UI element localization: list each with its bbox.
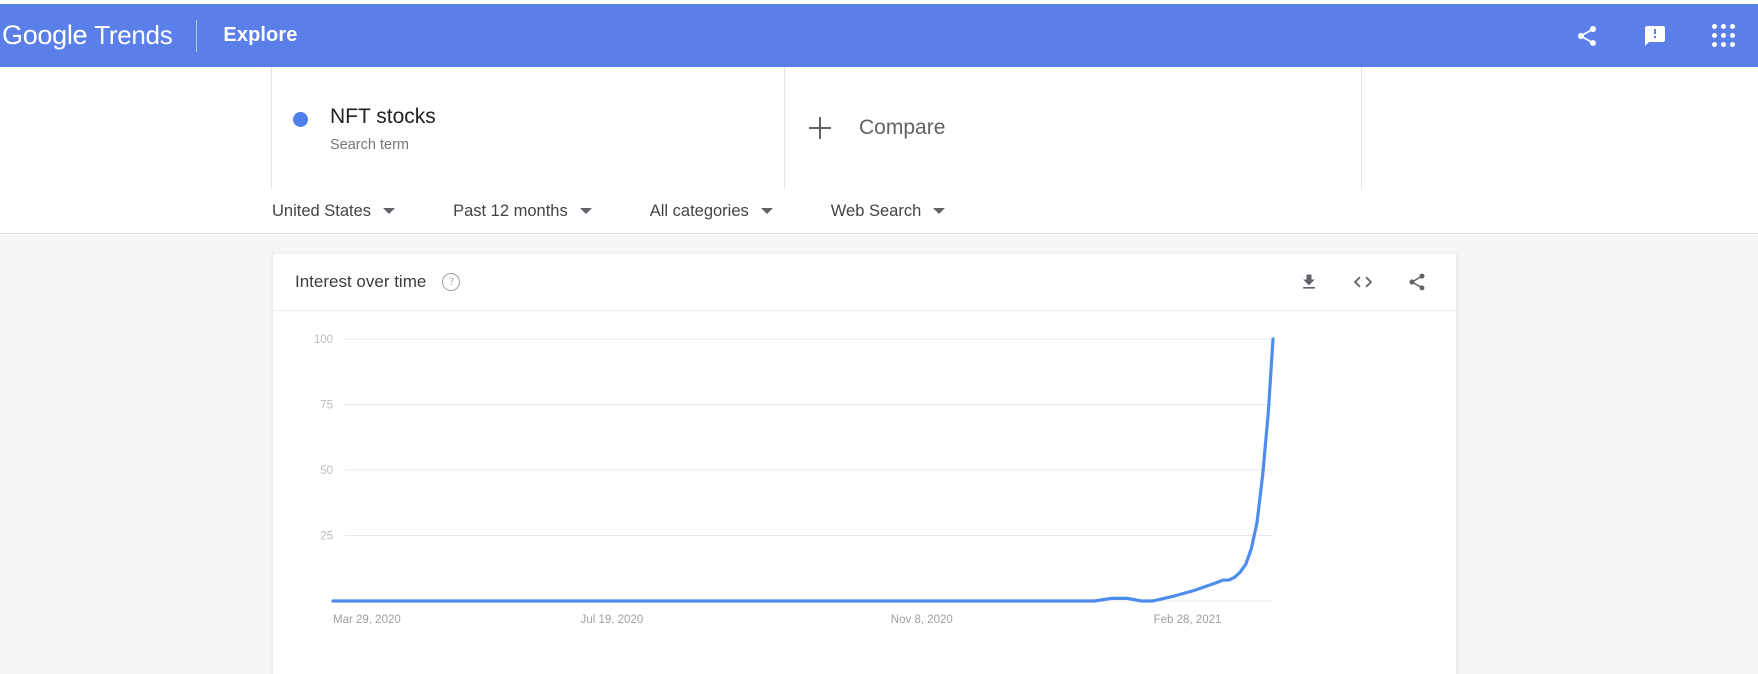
chevron-down-icon [933, 208, 946, 214]
share-chart-icon[interactable] [1406, 271, 1428, 293]
filter-list: United States Past 12 months All categor… [272, 202, 1003, 221]
chart-card-header: Interest over time ? [273, 254, 1456, 311]
app-bar: Google Trends Explore [0, 4, 1758, 67]
share-icon[interactable] [1574, 23, 1600, 49]
trends-wordmark: Trends [94, 20, 173, 50]
chevron-down-icon [383, 208, 396, 214]
series-color-dot [293, 111, 308, 127]
feedback-icon[interactable] [1642, 23, 1668, 49]
x-axis-labels: Mar 29, 2020 Jul 19, 2020 Nov 8, 2020 Feb 2… [333, 614, 1221, 626]
chart-card-actions [1298, 271, 1428, 293]
filter-bar: United States Past 12 months All categor… [0, 189, 1758, 234]
chart-svg: 100 75 50 25 Mar 29, 2020 Jul 19, 2020 Nov 8,… [314, 334, 1275, 626]
filter-time-range[interactable]: Past 12 months [453, 202, 592, 221]
svg-text:Feb 28, 2021: Feb 28, 2021 [1154, 614, 1222, 626]
compare-card[interactable]: Compare [785, 67, 1362, 189]
chevron-down-icon [579, 208, 592, 214]
chevron-down-icon [760, 208, 773, 214]
search-term-type: Search term [330, 136, 409, 153]
google-trends-page: Google Trends Explore NFT stocks Search … [0, 0, 1758, 674]
query-row-left-pad [0, 67, 271, 189]
filter-category-label: All categories [649, 201, 749, 220]
search-term-card[interactable]: NFT stocks Search term [271, 67, 785, 189]
filter-category[interactable]: All categories [650, 202, 773, 221]
search-term-text-block: NFT stocks Search term [330, 104, 436, 153]
y-axis-labels: 100 75 50 25 [314, 334, 333, 543]
filter-search-type[interactable]: Web Search [831, 202, 946, 221]
plus-icon [809, 117, 831, 139]
interest-over-time-card: Interest over time ? 100 75 50 25 Mar 29… [272, 253, 1457, 674]
compare-label: Compare [859, 116, 946, 139]
interest-over-time-plot[interactable]: 100 75 50 25 Mar 29, 2020 Jul 19, 2020 Nov 8,… [273, 311, 1456, 674]
svg-text:50: 50 [320, 465, 333, 477]
filter-search-type-label: Web Search [830, 201, 922, 220]
content-area: Interest over time ? 100 75 50 25 Mar 29… [0, 235, 1758, 674]
brand-logo[interactable]: Google Trends [2, 20, 173, 51]
svg-text:Mar 29, 2020: Mar 29, 2020 [333, 614, 401, 626]
grid-lines [345, 338, 1273, 602]
compare-button[interactable]: Compare [785, 116, 945, 140]
google-apps-icon[interactable] [1710, 23, 1736, 49]
svg-text:25: 25 [320, 531, 333, 543]
svg-text:Nov 8, 2020: Nov 8, 2020 [891, 614, 953, 626]
explore-title: Explore [223, 24, 298, 46]
appbar-actions [1574, 23, 1736, 49]
filter-time-range-label: Past 12 months [453, 201, 568, 220]
filter-location-label: United States [272, 201, 372, 220]
embed-code-icon[interactable] [1352, 271, 1374, 293]
svg-text:100: 100 [314, 334, 333, 346]
appbar-divider [196, 19, 198, 52]
query-row-right-pad [1362, 67, 1758, 189]
svg-text:Jul 19, 2020: Jul 19, 2020 [581, 614, 644, 626]
search-term-content: NFT stocks Search term [272, 104, 436, 153]
download-csv-icon[interactable] [1298, 271, 1320, 293]
svg-text:75: 75 [320, 400, 333, 412]
google-wordmark: Google [2, 20, 88, 50]
filter-location[interactable]: United States [272, 201, 396, 221]
help-icon[interactable]: ? [442, 273, 461, 291]
search-term-label: NFT stocks [330, 104, 436, 128]
query-row: NFT stocks Search term Compare [0, 67, 1758, 189]
chart-title: Interest over time [295, 272, 427, 291]
